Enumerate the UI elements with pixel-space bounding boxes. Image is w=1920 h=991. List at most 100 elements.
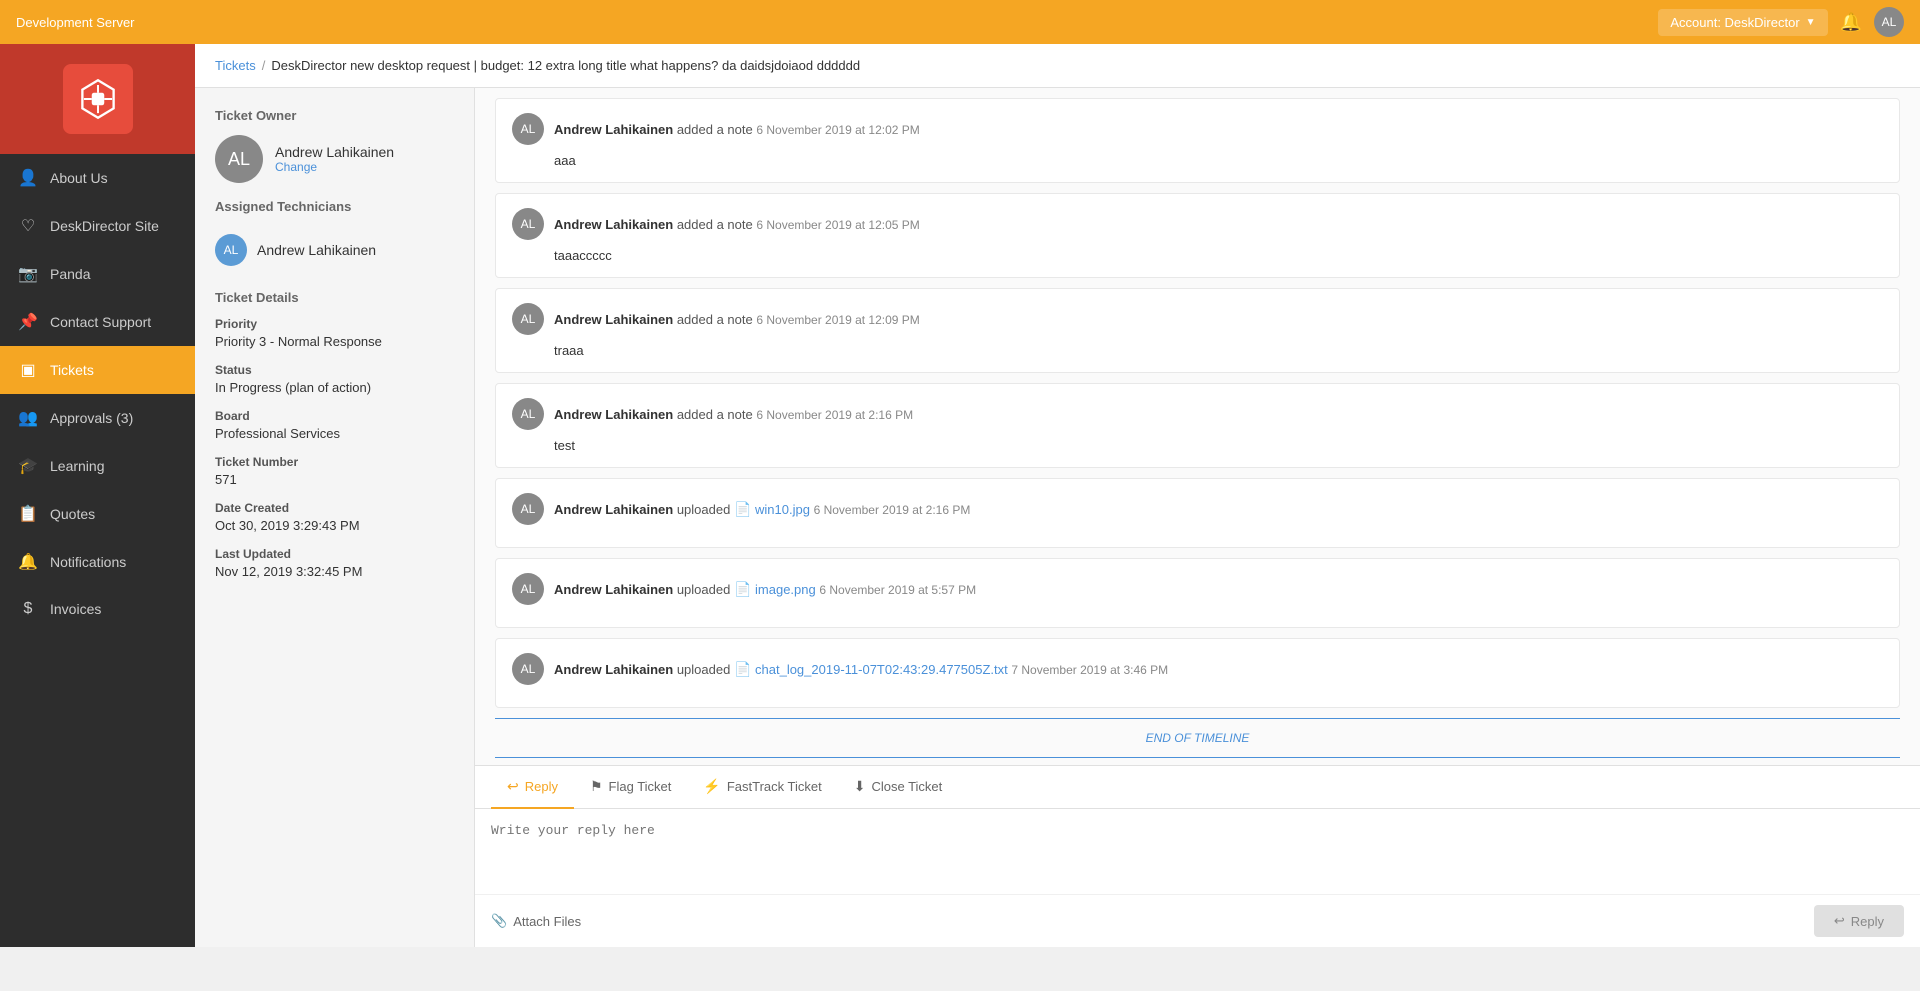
- file-link[interactable]: 📄 win10.jpg: [734, 502, 814, 517]
- timeline-author: Andrew Lahikainen: [554, 582, 673, 597]
- logo-svg: [73, 74, 123, 124]
- details-section-title: Ticket Details: [215, 290, 454, 305]
- timeline-meta: Andrew Lahikainen uploaded 📄 chat_log_20…: [554, 661, 1168, 678]
- send-reply-label: Reply: [1851, 914, 1884, 929]
- sidebar-item-panda[interactable]: 📷 Panda: [0, 250, 195, 298]
- sidebar-item-notifications[interactable]: 🔔 Notifications: [0, 538, 195, 586]
- sidebar-item-about-us[interactable]: 👤 About Us: [0, 154, 195, 202]
- date-created-field: Date Created Oct 30, 2019 3:29:43 PM: [215, 501, 454, 533]
- filename: image.png: [755, 582, 816, 597]
- timeline-scroll: AL Andrew Lahikainen added a note 6 Nove…: [475, 88, 1920, 765]
- board-field: Board Professional Services: [215, 409, 454, 441]
- panda-icon: 📷: [18, 264, 38, 284]
- timeline-avatar: AL: [512, 113, 544, 145]
- timeline-entry: AL Andrew Lahikainen uploaded 📄 win10.jp…: [495, 478, 1900, 548]
- reply-tabs: ↩ Reply ⚑ Flag Ticket ⚡ FastTrack Ticket: [475, 766, 1920, 809]
- reply-textarea[interactable]: [475, 809, 1920, 889]
- sidebar-item-contact-support[interactable]: 📌 Contact Support: [0, 298, 195, 346]
- timeline-meta: Andrew Lahikainen uploaded 📄 image.png 6…: [554, 581, 976, 598]
- status-field: Status In Progress (plan of action): [215, 363, 454, 395]
- owner-avatar: AL: [215, 135, 263, 183]
- user-avatar[interactable]: AL: [1874, 7, 1904, 37]
- tab-reply[interactable]: ↩ Reply: [491, 766, 574, 809]
- tab-flag-ticket[interactable]: ⚑ Flag Ticket: [574, 766, 687, 809]
- file-link[interactable]: 📄 image.png: [734, 582, 819, 597]
- sidebar-item-invoices[interactable]: $ Invoices: [0, 586, 195, 632]
- logo-icon: [63, 64, 133, 134]
- account-button[interactable]: Account: DeskDirector ▼: [1658, 9, 1827, 36]
- paperclip-icon: 📎: [491, 913, 507, 929]
- board-label: Board: [215, 409, 454, 423]
- timeline-entry: AL Andrew Lahikainen added a note 6 Nove…: [495, 383, 1900, 468]
- timeline-time: 6 November 2019 at 12:05 PM: [756, 218, 919, 232]
- timeline-action: uploaded: [677, 582, 734, 597]
- last-updated-label: Last Updated: [215, 547, 454, 561]
- tech-avatar: AL: [215, 234, 247, 266]
- reply-tab-label: Reply: [525, 779, 558, 794]
- reply-send-icon: ↩: [1834, 913, 1845, 929]
- tab-fasttrack[interactable]: ⚡ FastTrack Ticket: [687, 766, 837, 809]
- file-icon: 📄: [734, 661, 751, 677]
- timeline-body: taaaccccc: [554, 248, 1883, 263]
- sidebar-item-label: Invoices: [50, 601, 101, 617]
- sidebar-item-quotes[interactable]: 📋 Quotes: [0, 490, 195, 538]
- owner-name: Andrew Lahikainen: [275, 144, 394, 160]
- timeline-avatar: AL: [512, 653, 544, 685]
- learning-icon: 🎓: [18, 456, 38, 476]
- ticket-number-value: 571: [215, 472, 454, 487]
- main-content: Tickets / DeskDirector new desktop reque…: [195, 44, 1920, 947]
- breadcrumb-current: DeskDirector new desktop request | budge…: [271, 58, 860, 73]
- sidebar-item-label: Notifications: [50, 554, 126, 570]
- ticket-owner-card: AL Andrew Lahikainen Change: [215, 135, 454, 183]
- owner-change-link[interactable]: Change: [275, 160, 394, 174]
- ticket-number-field: Ticket Number 571: [215, 455, 454, 487]
- timeline-author: Andrew Lahikainen: [554, 407, 673, 422]
- timeline-entry: AL Andrew Lahikainen uploaded 📄 chat_log…: [495, 638, 1900, 708]
- timeline-time: 7 November 2019 at 3:46 PM: [1011, 663, 1168, 677]
- reply-area: ↩ Reply ⚑ Flag Ticket ⚡ FastTrack Ticket: [475, 765, 1920, 947]
- sidebar-item-approvals[interactable]: 👥 Approvals (3): [0, 394, 195, 442]
- notifications-bell-icon[interactable]: 🔔: [1840, 12, 1862, 33]
- file-icon: 📄: [734, 581, 751, 597]
- ticket-number-label: Ticket Number: [215, 455, 454, 469]
- timeline-avatar: AL: [512, 573, 544, 605]
- attach-label: Attach Files: [513, 914, 581, 929]
- timeline-panel: AL Andrew Lahikainen added a note 6 Nove…: [475, 88, 1920, 947]
- assigned-section-title: Assigned Technicians: [215, 199, 454, 214]
- timeline-avatar: AL: [512, 208, 544, 240]
- timeline-author: Andrew Lahikainen: [554, 502, 673, 517]
- timeline-time: 6 November 2019 at 2:16 PM: [756, 408, 913, 422]
- timeline-meta: Andrew Lahikainen uploaded 📄 win10.jpg 6…: [554, 501, 970, 518]
- priority-field: Priority Priority 3 - Normal Response: [215, 317, 454, 349]
- breadcrumb-separator: /: [262, 58, 266, 73]
- breadcrumb-tickets-link[interactable]: Tickets: [215, 58, 256, 73]
- timeline-avatar: AL: [512, 398, 544, 430]
- last-updated-field: Last Updated Nov 12, 2019 3:32:45 PM: [215, 547, 454, 579]
- timeline-meta: Andrew Lahikainen added a note 6 Novembe…: [554, 312, 920, 327]
- owner-section-title: Ticket Owner: [215, 108, 454, 123]
- timeline-time: 6 November 2019 at 12:02 PM: [756, 123, 919, 137]
- tab-close-ticket[interactable]: ⬇ Close Ticket: [838, 766, 959, 809]
- priority-value: Priority 3 - Normal Response: [215, 334, 454, 349]
- sidebar-item-label: Panda: [50, 266, 90, 282]
- fasttrack-tab-label: FastTrack Ticket: [727, 779, 822, 794]
- file-icon: 📄: [734, 501, 751, 517]
- timeline-meta: Andrew Lahikainen added a note 6 Novembe…: [554, 407, 913, 422]
- reply-footer: 📎 Attach Files ↩ Reply: [475, 894, 1920, 947]
- flag-tab-icon: ⚑: [590, 778, 603, 795]
- timeline-avatar: AL: [512, 493, 544, 525]
- filename: win10.jpg: [755, 502, 810, 517]
- timeline-author: Andrew Lahikainen: [554, 122, 673, 137]
- sidebar-item-label: About Us: [50, 170, 108, 186]
- file-link[interactable]: 📄 chat_log_2019-11-07T02:43:29.477505Z.t…: [734, 662, 1011, 677]
- send-reply-button[interactable]: ↩ Reply: [1814, 905, 1904, 937]
- sidebar-item-deskdirector-site[interactable]: ♡ DeskDirector Site: [0, 202, 195, 250]
- approvals-icon: 👥: [18, 408, 38, 428]
- timeline-action: uploaded: [677, 502, 734, 517]
- attach-files-button[interactable]: 📎 Attach Files: [491, 913, 581, 929]
- sidebar-item-tickets[interactable]: ▣ Tickets: [0, 346, 195, 394]
- timeline-time: 6 November 2019 at 5:57 PM: [819, 583, 976, 597]
- timeline-meta: Andrew Lahikainen added a note 6 Novembe…: [554, 122, 920, 137]
- sidebar-item-learning[interactable]: 🎓 Learning: [0, 442, 195, 490]
- owner-info: Andrew Lahikainen Change: [275, 144, 394, 174]
